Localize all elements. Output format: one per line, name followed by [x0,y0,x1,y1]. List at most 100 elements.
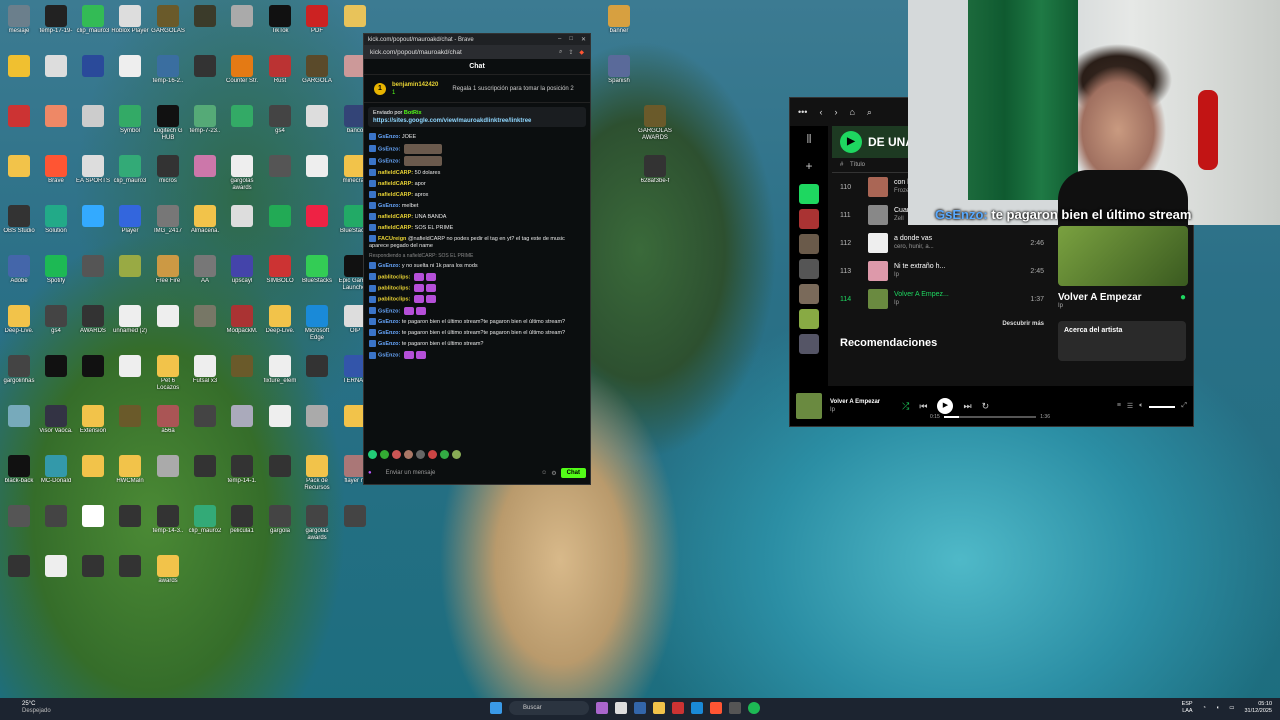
desktop-icon[interactable] [298,205,336,242]
chat-username[interactable]: nafieldCARP: [378,225,413,231]
task-view-icon[interactable] [615,702,627,714]
desktop-icon[interactable] [111,505,149,542]
desktop-icon[interactable]: gargolinhas [0,355,38,392]
add-icon[interactable]: + [799,159,819,179]
queue-icon[interactable]: ☰ [1127,402,1133,410]
chat-message[interactable]: pablitoclips: [369,272,585,282]
chat-username[interactable]: GsEnzo: [378,330,400,336]
desktop-icon[interactable]: SIMBOLO [261,255,299,292]
back-icon[interactable]: ‹ [819,107,822,117]
emote-icon[interactable] [452,450,461,459]
desktop-icon[interactable] [298,155,336,192]
desktop-icon[interactable]: Deep-Live. [261,305,299,342]
desktop-icon[interactable] [186,305,224,342]
fullscreen-icon[interactable]: ⤢ [1181,402,1187,410]
desktop-icon[interactable] [0,555,38,592]
home-icon[interactable]: ⌂ [849,107,854,117]
desktop-icon[interactable]: Brave [37,155,75,192]
desktop-icon[interactable]: gs4 [261,105,299,142]
lang-1[interactable]: ESP [1182,701,1193,708]
about-artist-card[interactable]: Acerca del artista [1058,321,1186,361]
desktop-icon[interactable]: AA [186,255,224,292]
track-row[interactable]: 112 a donde vas cero, hunir, a... 2:46 [832,229,1052,257]
chat-username[interactable]: GsEnzo: [378,308,400,314]
desktop-icon[interactable]: banner [600,5,638,42]
desktop-icon[interactable] [74,55,112,92]
liked-songs-icon[interactable] [799,184,819,204]
desktop-icon[interactable]: gargolas awards [223,155,261,192]
chat-input[interactable]: Enviar un mensaje [376,470,538,476]
send-chat-button[interactable]: Chat [560,468,586,478]
desktop-icon[interactable] [298,355,336,392]
chat-username[interactable]: GsEnzo: [378,134,400,140]
chat-message[interactable]: GsEnzo: [369,156,585,167]
chat-username[interactable]: nafieldCARP: [378,181,413,187]
chat-username[interactable]: GsEnzo: [378,159,400,165]
desktop-icon[interactable]: pelicula1 [223,505,261,542]
play-pause-button[interactable]: ▶ [937,398,954,414]
desktop-icon[interactable] [74,105,112,142]
desktop-icon[interactable]: TikTok [261,5,299,42]
chat-username[interactable]: nafieldCARP: [378,214,413,220]
desktop-icon[interactable] [37,505,75,542]
emote-icon[interactable] [392,450,401,459]
desktop-icon[interactable]: temp-14-3.. [149,505,187,542]
volume-icon[interactable]: 🔈︎ [1139,402,1143,410]
desktop-icon[interactable]: OBS Studio [0,205,38,242]
share-icon[interactable]: ⇪ [568,49,573,56]
desktop-icon[interactable]: MC-Donald [37,455,75,492]
app-icon[interactable] [672,702,684,714]
player-cover[interactable] [796,393,822,419]
chat-username[interactable]: GsEnzo: [378,146,400,152]
now-playing-title[interactable]: Volver A Empezar [1058,292,1142,303]
emote-icon[interactable] [428,450,437,459]
desktop-icon[interactable] [298,105,336,142]
desktop-icon[interactable]: GARGOLA [298,55,336,92]
desktop-icon[interactable]: mesiaje [0,5,38,42]
track-title[interactable]: Volver A Empez... [894,291,1014,299]
desktop-icon[interactable] [149,305,187,342]
desktop-icon[interactable] [0,105,38,142]
desktop-icon[interactable] [0,155,38,192]
next-icon[interactable]: ⏭ [963,401,971,412]
desktop-icon[interactable]: awards [149,555,187,592]
desktop-icon[interactable]: PDF [298,5,336,42]
settings-icon[interactable]: ⚙ [551,470,556,477]
desktop-icon[interactable]: Extension [74,405,112,442]
library-icon[interactable]: ⫼ [799,134,819,154]
desktop-icon[interactable]: temp-7-23.. [186,105,224,142]
desktop-icon[interactable] [74,205,112,242]
chat-message[interactable]: GsEnzo: [369,143,585,154]
desktop-icon[interactable] [261,205,299,242]
track-artist[interactable]: cero, hunir, a... [894,243,1014,251]
desktop-icon[interactable] [186,155,224,192]
desktop-icon[interactable] [298,405,336,442]
desktop-icon[interactable] [149,455,187,492]
desktop-icon[interactable] [74,255,112,292]
search-icon[interactable]: ⌕ [867,107,872,118]
chat-message[interactable]: GsEnzo: [369,351,585,360]
desktop-icon[interactable] [111,555,149,592]
desktop-icon[interactable]: EA SPORTS [74,155,112,192]
desktop-icon[interactable] [37,105,75,142]
more-icon[interactable]: ••• [798,107,807,117]
desktop-icon[interactable] [223,355,261,392]
desktop-icon[interactable]: Roblox Player [111,5,149,42]
player-artist[interactable]: Ip [830,406,880,414]
desktop-icon[interactable] [186,55,224,92]
track-row[interactable]: 114 Volver A Empez... Ip 1:37 [832,285,1052,313]
desktop-icon[interactable]: fixture_elem [261,355,299,392]
track-title[interactable]: a donde vas [894,235,1014,243]
desktop-icon[interactable]: gargolas awards [298,505,336,542]
shuffle-icon[interactable]: ⤮ [902,401,909,412]
address-bar[interactable]: kick.com/popout/mauroakd/chat ⌕ ⇪ ◆ [364,45,590,59]
chat-message[interactable]: GsEnzo: y no suelta ni 1k para los mods [369,261,585,270]
volume-icon[interactable]: ◖ [1216,705,1219,712]
desktop-icon[interactable] [111,255,149,292]
desktop-icon[interactable] [261,455,299,492]
obs-icon[interactable] [729,702,741,714]
chat-message[interactable]: pablitoclips: [369,284,585,293]
chat-message[interactable]: FACUreign @nafieldCARP no podes pedir el… [369,234,585,251]
edge-icon[interactable] [691,702,703,714]
chat-username[interactable]: pablitoclips: [378,285,410,291]
